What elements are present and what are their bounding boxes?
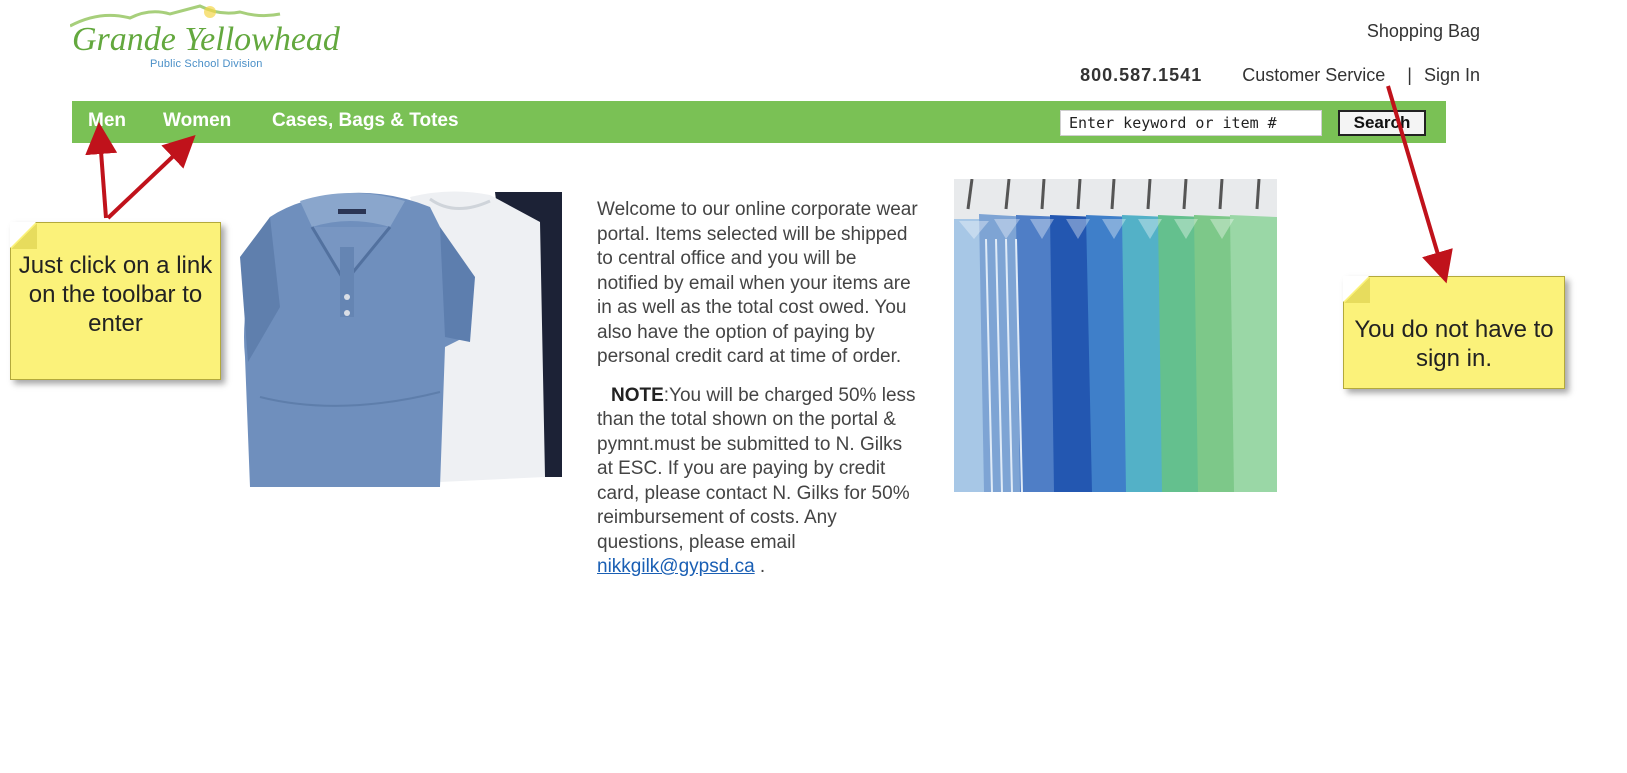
annotation-arrows [85, 85, 1453, 284]
arrow-to-men [85, 122, 118, 219]
arrow-to-women [106, 134, 196, 220]
arrow-to-sign-in [1386, 85, 1453, 284]
